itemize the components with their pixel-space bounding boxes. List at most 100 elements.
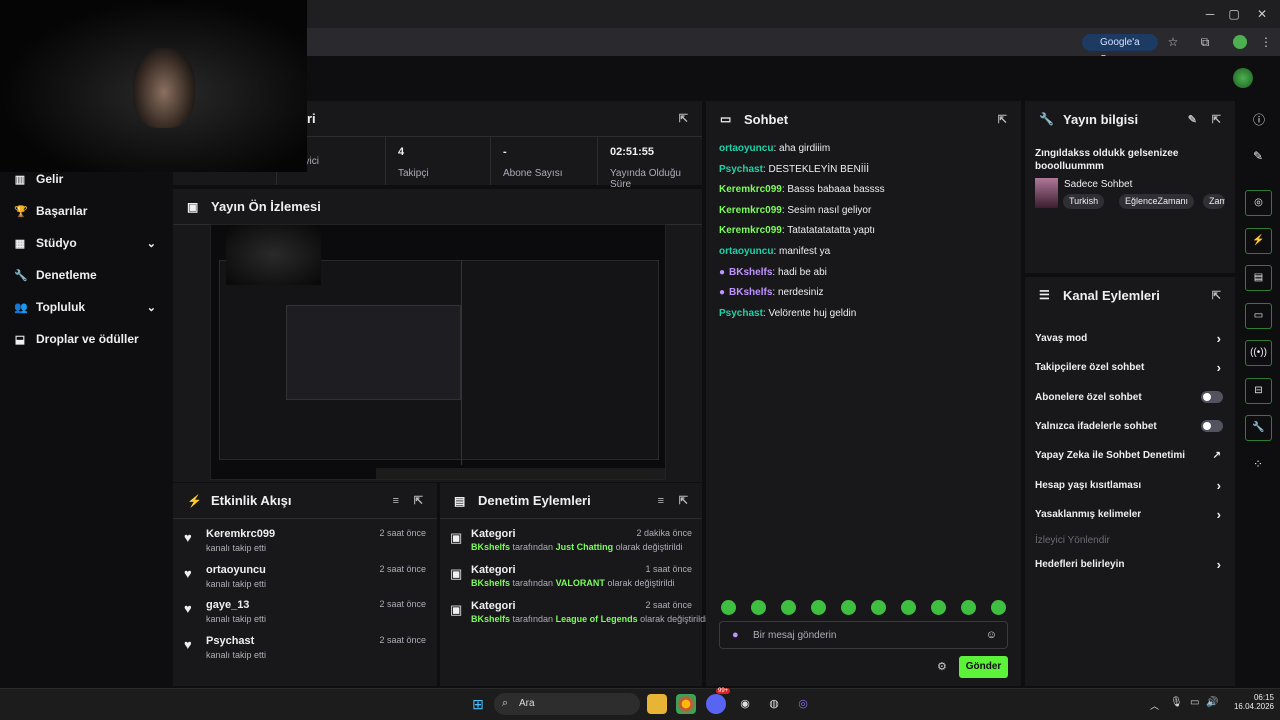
discord-icon[interactable] (706, 694, 726, 714)
channel-action-item[interactable]: Yalnızca ifadelerle sohbet (1035, 417, 1225, 435)
filter-icon[interactable]: ≡ (658, 495, 664, 507)
emote-icon[interactable] (811, 600, 826, 615)
google-sor-button[interactable]: Google'a Sor (1082, 34, 1158, 65)
popout-icon[interactable]: ⇱ (414, 494, 423, 507)
channel-action-item[interactable]: Takipçilere özel sohbet › (1035, 358, 1225, 376)
edit-icon[interactable]: ✎ (1253, 149, 1263, 163)
layout-icon[interactable]: ⊟ (1245, 377, 1272, 404)
send-button[interactable]: Gönder (959, 656, 1008, 678)
browser-menu-icon[interactable]: ⋮ (1257, 33, 1275, 51)
moderation-category[interactable]: League of Legends (556, 614, 638, 624)
moderation-user[interactable]: BKshelfs (471, 578, 510, 588)
moderation-user[interactable]: BKshelfs (471, 542, 510, 552)
chat-message[interactable]: Keremkrc099: Tatatatatatatta yaptı (719, 225, 999, 236)
emote-icon[interactable] (991, 600, 1006, 615)
taskbar-search[interactable]: ⌕ Ara (494, 693, 640, 715)
chat-message[interactable]: ● BKshelfs: hadi be abi (719, 267, 999, 278)
emote-icon[interactable] (931, 600, 946, 615)
bolt-icon[interactable]: ⚡ (1245, 227, 1272, 254)
stream-tag[interactable]: Turkish (1063, 194, 1105, 209)
emote-icon[interactable] (721, 600, 736, 615)
activity-item[interactable]: ♥ ortaoyuncu kanalı takip etti 2 saat önce (184, 564, 430, 598)
chat-username[interactable]: ortaoyuncu (719, 143, 773, 154)
clock[interactable]: 06:15 16.04.2026 (1228, 693, 1274, 711)
moderation-item[interactable]: ▣ Kategori BKshelfs tarafından League of L… (450, 600, 707, 634)
maximize-icon[interactable]: ▢ (1220, 4, 1248, 24)
activity-item[interactable]: ♥ Keremkrc099 kanalı takip etti 2 saat önce (184, 528, 430, 562)
chat-username[interactable]: Psychast (719, 308, 763, 319)
moderation-user[interactable]: BKshelfs (471, 614, 510, 624)
popout-icon[interactable]: ⇱ (679, 112, 688, 125)
stream-tag[interactable]: EğlenceZamanı (1119, 194, 1195, 209)
emote-icon[interactable] (901, 600, 916, 615)
tray-chevron-icon[interactable]: ︿ (1150, 699, 1159, 712)
chat-username[interactable]: BKshelfs (729, 287, 772, 298)
file-explorer-icon[interactable] (647, 694, 667, 714)
chat-message[interactable]: ● BKshelfs: nerdesiniz (719, 287, 999, 298)
popout-icon[interactable]: ⇱ (998, 113, 1007, 126)
popout-icon[interactable]: ⇱ (679, 494, 688, 507)
steam-icon[interactable]: ◍ (764, 694, 784, 714)
app-icon[interactable]: ◉ (735, 694, 755, 714)
tray-volume-icon[interactable]: 🔊 (1206, 697, 1218, 708)
category-name[interactable]: Sadece Sohbet (1064, 179, 1132, 190)
sidebar-item[interactable]: 👥 Topluluk ⌄ (14, 296, 164, 318)
chat-username[interactable]: Keremkrc099 (719, 205, 782, 216)
emote-icon[interactable] (871, 600, 886, 615)
extensions-icon[interactable]: ⧉ (1196, 33, 1214, 51)
chat-message[interactable]: Keremkrc099: Sesim nasıl geliyor (719, 205, 999, 216)
close-icon[interactable]: ✕ (1248, 4, 1276, 24)
popout-icon[interactable]: ⇱ (1212, 289, 1221, 302)
document-icon[interactable]: ▤ (1245, 265, 1272, 291)
edit-pencil-icon[interactable]: ✎ (1188, 113, 1197, 126)
channel-action-item[interactable]: Yasaklanmış kelimeler › (1035, 505, 1225, 523)
stream-tag[interactable]: Zama (1203, 194, 1225, 209)
info-icon[interactable]: ⓘ (1253, 111, 1265, 128)
channel-action-item[interactable]: Hesap yaşı kısıtlaması › (1035, 476, 1225, 494)
profile-icon[interactable] (1233, 35, 1247, 49)
sidebar-item[interactable]: 🔧 Denetleme (14, 264, 164, 286)
emote-icon[interactable] (781, 600, 796, 615)
wrench-icon[interactable]: 🔧 (1245, 415, 1272, 441)
camera-icon[interactable]: ◎ (1245, 190, 1272, 216)
chat-username[interactable]: BKshelfs (729, 267, 772, 278)
sidebar-item[interactable]: ⬓ Droplar ve ödüller (14, 328, 164, 350)
activity-item[interactable]: ♥ Psychast kanalı takip etti 2 saat önce (184, 635, 430, 669)
windows-start-icon[interactable]: ⊞ (468, 694, 488, 714)
user-avatar[interactable] (1233, 68, 1253, 88)
chat-icon[interactable]: ▭ (1245, 302, 1272, 329)
popout-icon[interactable]: ⇱ (1212, 113, 1221, 126)
toggle-switch[interactable] (1201, 420, 1223, 432)
filter-icon[interactable]: ≡ (393, 495, 399, 507)
chat-username[interactable]: Psychast (719, 164, 763, 175)
sidebar-item[interactable]: ▦ Stüdyo ⌄ (14, 232, 164, 254)
chrome-icon[interactable] (676, 694, 696, 714)
category-thumbnail[interactable] (1035, 178, 1058, 208)
emote-icon[interactable] (961, 600, 976, 615)
more-dots-icon[interactable]: ⁘ (1253, 457, 1263, 471)
activity-item[interactable]: ♥ gaye_13 kanalı takip etti 2 saat önce (184, 599, 430, 633)
channel-action-item[interactable]: Yapay Zeka ile Sohbet Denetimi ↗ (1035, 446, 1225, 464)
emoji-icon[interactable]: ☺ (986, 629, 997, 641)
bookmark-star-icon[interactable]: ☆ (1164, 33, 1182, 51)
emote-icon[interactable] (841, 600, 856, 615)
sidebar-item[interactable]: 🏆 Başarılar (14, 200, 164, 222)
stream-preview-video[interactable] (210, 224, 666, 480)
chat-message[interactable]: ortaoyuncu: manifest ya (719, 246, 999, 257)
channel-action-item[interactable]: Hedefleri belirleyin › (1035, 555, 1225, 573)
channel-action-item[interactable]: Yavaş mod › (1035, 329, 1225, 347)
chat-username[interactable]: Keremkrc099 (719, 184, 782, 195)
moderation-category[interactable]: VALORANT (556, 578, 605, 588)
chat-username[interactable]: Keremkrc099 (719, 225, 782, 236)
chat-message[interactable]: Keremkrc099: Basss babaaa bassss (719, 184, 999, 195)
chat-message[interactable]: ortaoyuncu: aha girdiiim (719, 143, 999, 154)
tray-mic-icon[interactable]: 🎙 (1170, 697, 1183, 708)
chat-input[interactable]: ● Bir mesaj gönderin ☺ (719, 621, 1008, 649)
broadcast-icon[interactable]: ((•)) (1245, 340, 1272, 366)
tray-network-icon[interactable]: ▭ (1190, 697, 1199, 708)
chat-message[interactable]: Psychast: DESTEKLEYİN BENİİİ (719, 164, 999, 175)
toggle-switch[interactable] (1201, 391, 1223, 403)
chat-username[interactable]: ortaoyuncu (719, 246, 773, 257)
channel-action-item[interactable]: Abonelere özel sohbet (1035, 388, 1225, 406)
obs-icon[interactable]: ◎ (793, 694, 813, 714)
